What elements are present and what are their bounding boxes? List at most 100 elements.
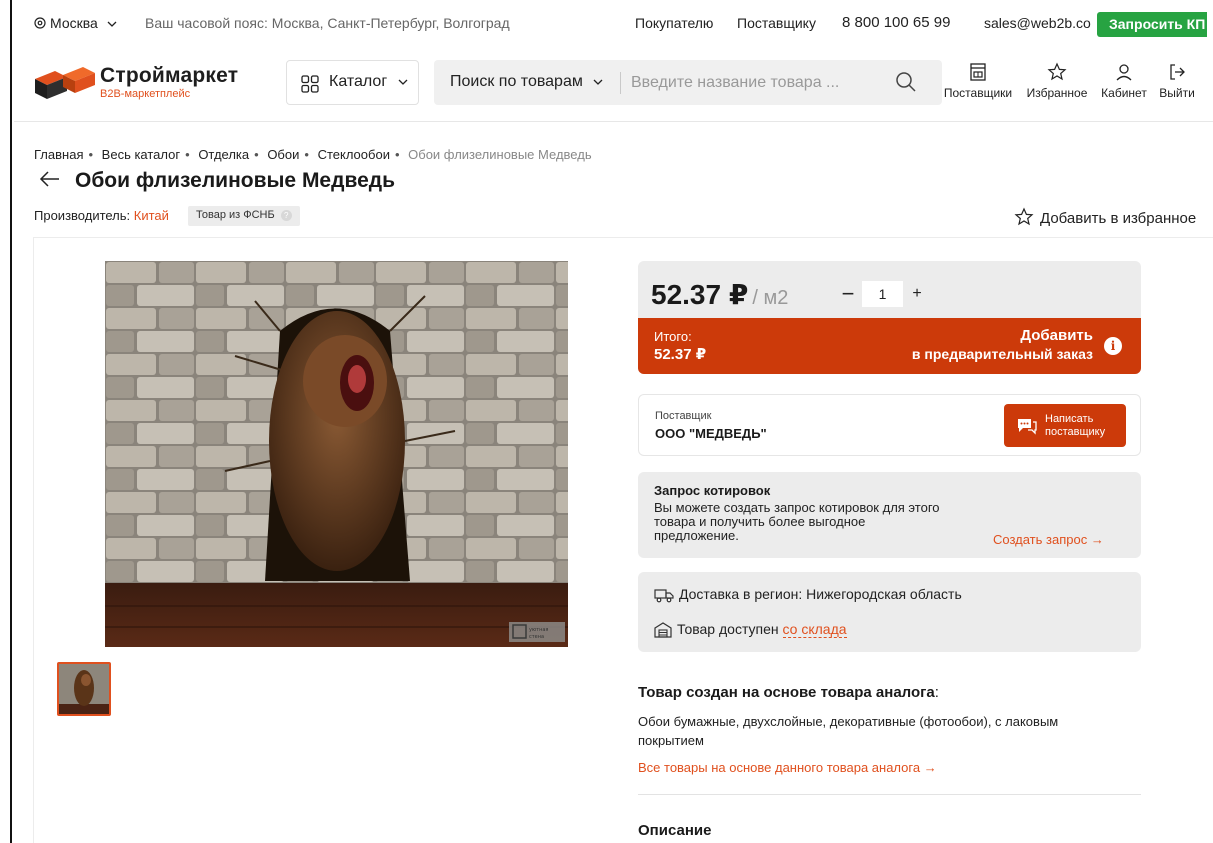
supplier-name-link[interactable]: ООО "МЕДВЕДЬ" (655, 426, 767, 441)
supplier-card: Поставщик ООО "МЕДВЕДЬ" Написать поставщ… (638, 394, 1141, 456)
price-panel: 52.37 ₽ / м2 − 1 + Итого: 52.37 ₽ Добавит… (638, 261, 1141, 374)
star-icon (1014, 207, 1034, 226)
analog-description: Обои бумажные, двухслойные, декоративные… (638, 714, 1059, 748)
help-icon[interactable]: ? (280, 210, 292, 221)
nav-logout[interactable]: Выйти (1154, 62, 1200, 100)
stock-availability: Товар доступен со склада (654, 621, 847, 638)
search-icon[interactable] (895, 71, 917, 93)
search-divider (620, 72, 621, 94)
manufacturer-country-link[interactable]: Китай (134, 208, 169, 223)
nav-logout-label: Выйти (1159, 86, 1195, 100)
nav-cabinet[interactable]: Кабинет (1096, 62, 1152, 100)
logout-icon (1170, 64, 1185, 80)
chat-icon (1018, 419, 1037, 435)
svg-text:уютная: уютная (529, 627, 548, 633)
add-to-favorites-button[interactable]: Добавить в избранное (1014, 207, 1196, 227)
chevron-down-icon (593, 79, 603, 85)
analog-products-link[interactable]: Все товары на основе данного товара анал… (638, 760, 937, 775)
back-arrow-icon[interactable] (38, 168, 62, 190)
write-to-supplier-button[interactable]: Написать поставщику (1004, 404, 1126, 447)
search-mode-label: Поиск по товарам (450, 73, 583, 90)
breadcrumb-item[interactable]: Главная (34, 147, 83, 162)
search-mode-select[interactable]: Поиск по товарам (450, 73, 603, 91)
city-label: Москва (50, 15, 98, 31)
timezone-text: Ваш часовой пояс: Москва, Санкт-Петербур… (145, 15, 510, 31)
delivery-region-text: Доставка в регион: Нижегородская область (679, 586, 962, 602)
manufacturer-info: Производитель: Китай (34, 208, 169, 223)
stock-warehouse-link[interactable]: со склада (782, 621, 847, 638)
quote-request-panel: Запрос котировок Вы можете создать запро… (638, 472, 1141, 558)
city-selector[interactable]: Москва (34, 15, 117, 31)
analog-title-colon: : (934, 684, 939, 701)
price-unit: / м2 (752, 287, 789, 309)
request-kp-button[interactable]: Запросить КП (1097, 12, 1207, 37)
fsnb-badge: Товар из ФСНБ? (188, 206, 300, 226)
add-to-preorder-label-line2: в предварительный заказ (911, 346, 1093, 362)
breadcrumb-separator: • (394, 147, 400, 162)
total-label: Итого: (654, 329, 692, 344)
brand-logo-icon[interactable] (33, 65, 97, 101)
breadcrumb: Главная • Весь каталог • Отделка • Обои • Ст… (34, 147, 592, 162)
supplier-link[interactable]: Поставщику (737, 15, 816, 31)
site-header: Строймаркет B2B-маркетплейс Каталог Поис… (14, 48, 1213, 122)
info-icon[interactable]: i (1104, 337, 1122, 355)
star-icon (1047, 62, 1067, 81)
warehouse-icon (654, 622, 672, 638)
search-bar: Поиск по товарам (434, 60, 942, 105)
truck-icon (654, 589, 674, 603)
fsnb-badge-label: Товар из ФСНБ (196, 209, 275, 221)
nav-cabinet-label: Кабинет (1101, 86, 1147, 100)
breadcrumb-item[interactable]: Обои (267, 147, 299, 162)
breadcrumb-item[interactable]: Весь каталог (102, 147, 180, 162)
analog-section-title: Товар создан на основе товара аналога: (638, 684, 939, 701)
add-to-preorder-button[interactable]: Добавить в предварительный заказ (868, 327, 1093, 363)
catalog-button[interactable]: Каталог (286, 60, 419, 105)
breadcrumb-separator: • (304, 147, 309, 162)
breadcrumb-current: Обои флизелиновые Медведь (408, 147, 592, 162)
quote-title: Запрос котировок (654, 483, 771, 498)
page-title: Обои флизелиновые Медведь (75, 169, 395, 192)
add-to-preorder-label: Добавить (1020, 327, 1093, 344)
create-quote-link[interactable]: Создать запрос → (993, 532, 1104, 547)
product-thumbnail[interactable] (57, 662, 111, 716)
total-value: 52.37 ₽ (654, 346, 707, 363)
quantity-input[interactable]: 1 (862, 281, 903, 307)
delivery-panel: Доставка в регион: Нижегородская область… (638, 572, 1141, 652)
nav-suppliers-label: Поставщики (943, 86, 1013, 100)
section-divider (638, 794, 1141, 795)
nav-favorites[interactable]: Избранное (1023, 62, 1091, 100)
quantity-stepper: − 1 + (836, 281, 929, 307)
description-title: Описание (638, 822, 712, 839)
breadcrumb-separator: • (185, 147, 190, 162)
quote-description: Вы можете создать запрос котировок для э… (654, 500, 940, 543)
email-link[interactable]: sales@web2b.co (984, 15, 1091, 31)
write-to-supplier-label-line2: поставщику (1045, 426, 1106, 438)
product-image[interactable]: уютная стена (105, 261, 568, 647)
breadcrumb-separator: • (254, 147, 259, 162)
chevron-down-icon (398, 79, 408, 85)
add-to-preorder-bar: Итого: 52.37 ₽ Добавить в предварительны… (638, 318, 1141, 374)
brand-name[interactable]: Строймаркет (100, 64, 238, 88)
content-border (33, 237, 1213, 238)
nav-suppliers[interactable]: Поставщики (942, 62, 1014, 100)
buyer-link[interactable]: Покупателю (635, 15, 713, 31)
content-border (33, 237, 34, 843)
grid-icon (301, 75, 319, 93)
brand-subtitle: B2B-маркетплейс (100, 88, 191, 100)
breadcrumb-item[interactable]: Отделка (198, 147, 249, 162)
nav-favorites-label: Избранное (1026, 86, 1088, 100)
chevron-down-icon (107, 21, 117, 27)
price-amount: 52.37 ₽ (651, 279, 749, 310)
quantity-increase-button[interactable]: + (905, 281, 929, 307)
search-input[interactable] (631, 68, 891, 98)
breadcrumb-separator: • (88, 147, 94, 162)
stock-text: Товар доступен (677, 621, 779, 637)
breadcrumb-item[interactable]: Стеклообои (318, 147, 390, 162)
delivery-region: Доставка в регион: Нижегородская область (654, 586, 962, 603)
add-to-favorites-label: Добавить в избранное (1040, 210, 1197, 227)
price-value: 52.37 ₽ / м2 (651, 278, 788, 311)
phone-link[interactable]: 8 800 100 65 99 (842, 14, 950, 31)
write-to-supplier-label: Написать (1045, 413, 1094, 425)
analog-title-text: Товар создан на основе товара аналога (638, 684, 935, 701)
quantity-decrease-button[interactable]: − (836, 281, 860, 307)
